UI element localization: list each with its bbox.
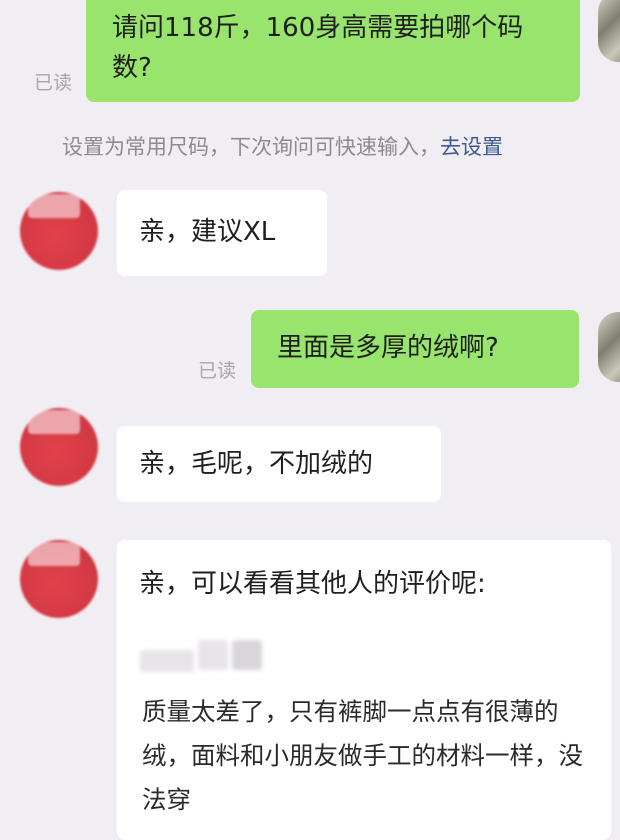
outgoing-message-bubble[interactable]: 请问118斤，160身高需要拍哪个码数? (86, 0, 580, 102)
merchant-avatar[interactable] (20, 192, 98, 270)
incoming-message-bubble[interactable]: 亲，毛呢，不加绒的 (117, 426, 441, 502)
read-receipt: 已读 (198, 360, 237, 382)
blurred-reviewer-name (140, 650, 194, 672)
read-receipt: 已读 (34, 72, 73, 94)
message-text: 里面是多厚的绒啊? (277, 333, 499, 363)
merchant-avatar[interactable] (20, 540, 98, 618)
message-text: 请问118斤，160身高需要拍哪个码数? (112, 13, 524, 83)
hint-text: 设置为常用尺码，下次询问可快速输入， (62, 135, 440, 159)
message-text: 亲，可以看看其他人的评价呢: (139, 569, 486, 599)
chat-window: 已读 请问118斤，160身高需要拍哪个码数? 设置为常用尺码，下次询问可快速输… (0, 0, 620, 840)
blurred-reviewer-name (198, 640, 228, 670)
outgoing-message-bubble[interactable]: 里面是多厚的绒啊? (251, 310, 579, 388)
blurred-reviewer-name (232, 640, 262, 670)
message-text: 亲，建议XL (139, 217, 276, 247)
merchant-avatar[interactable] (20, 408, 98, 486)
quoted-review-text: 质量太差了，只有裤脚一点点有很薄的绒，面料和小朋友做手工的材料一样，没法穿 (142, 697, 583, 814)
message-text: 亲，毛呢，不加绒的 (139, 449, 374, 479)
go-settings-link[interactable]: 去设置 (440, 135, 503, 159)
self-avatar[interactable] (598, 0, 620, 62)
self-avatar[interactable] (598, 312, 620, 382)
incoming-message-bubble[interactable]: 亲，建议XL (117, 190, 327, 276)
size-setting-hint: 设置为常用尺码，下次询问可快速输入，去设置 (62, 131, 503, 161)
